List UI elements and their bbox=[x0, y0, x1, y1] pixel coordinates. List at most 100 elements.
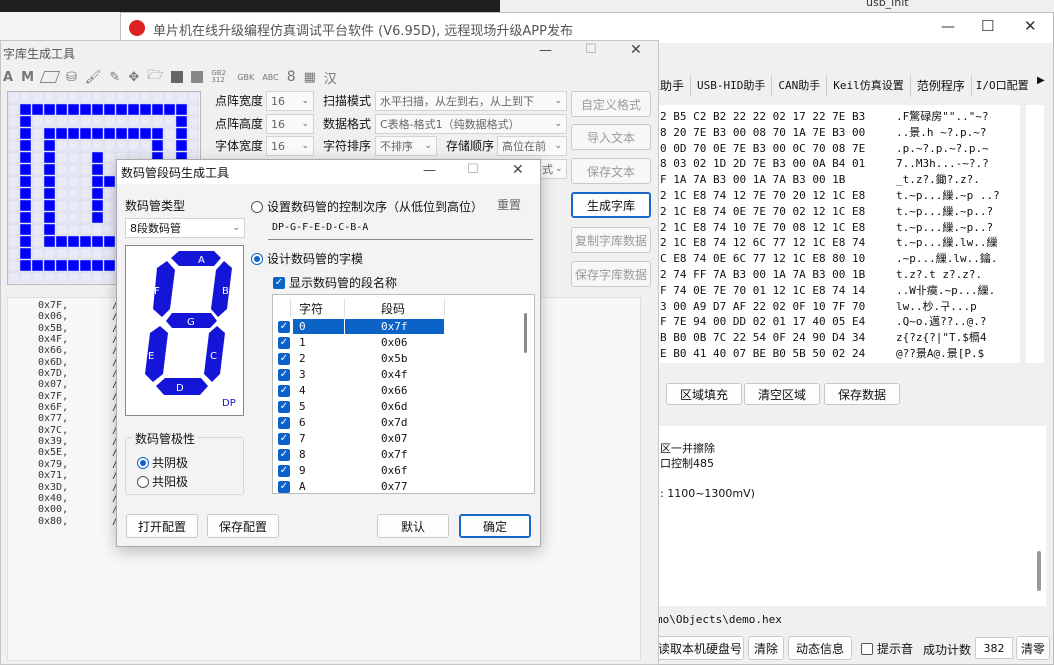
matrix-pixel[interactable] bbox=[67, 271, 80, 284]
hex-scrollbar[interactable] bbox=[1026, 105, 1044, 363]
matrix-pixel[interactable] bbox=[91, 151, 104, 164]
matrix-pixel[interactable] bbox=[19, 211, 32, 224]
matrix-pixel[interactable] bbox=[43, 175, 56, 188]
matrix-pixel[interactable] bbox=[19, 271, 32, 284]
minimize-icon[interactable]: — bbox=[539, 43, 552, 58]
matrix-pixel[interactable] bbox=[55, 259, 68, 272]
matrix-pixel[interactable] bbox=[67, 92, 80, 104]
matrix-pixel[interactable] bbox=[91, 175, 104, 188]
matrix-pixel[interactable] bbox=[187, 127, 200, 140]
matrix-pixel[interactable] bbox=[19, 199, 32, 212]
scan-mode-select[interactable]: 水平扫描，从左到右，从上到下 ⌄ bbox=[375, 91, 567, 111]
table-row[interactable]: ✓ 6 0x7d bbox=[273, 415, 523, 431]
segment-a[interactable] bbox=[171, 251, 221, 266]
matrix-pixel[interactable] bbox=[67, 103, 80, 116]
close-icon[interactable]: ✕ bbox=[512, 162, 524, 178]
matrix-pixel[interactable] bbox=[8, 163, 20, 176]
matrix-pixel[interactable] bbox=[163, 92, 176, 104]
row-checkbox[interactable]: ✓ bbox=[278, 481, 290, 493]
matrix-pixel[interactable] bbox=[103, 163, 116, 176]
table-scrollbar-thumb[interactable] bbox=[524, 313, 527, 353]
matrix-pixel[interactable] bbox=[163, 139, 176, 152]
table-row[interactable]: ✓ A 0x77 bbox=[273, 479, 523, 493]
matrix-pixel[interactable] bbox=[19, 115, 32, 128]
dynamic-info-button[interactable]: 动态信息 bbox=[788, 636, 852, 660]
font-m-icon[interactable]: M bbox=[21, 70, 34, 85]
segment-dp-label[interactable]: DP bbox=[222, 398, 236, 409]
matrix-pixel[interactable] bbox=[151, 127, 164, 140]
minimize-icon[interactable]: — bbox=[941, 19, 955, 35]
row-checkbox[interactable]: ✓ bbox=[278, 385, 290, 397]
matrix-pixel[interactable] bbox=[151, 103, 164, 116]
matrix-pixel[interactable] bbox=[91, 199, 104, 212]
read-disk-id-button[interactable]: 读取本机硬盘号 bbox=[656, 636, 744, 660]
matrix-pixel[interactable] bbox=[79, 163, 92, 176]
matrix-pixel[interactable] bbox=[79, 259, 92, 272]
matrix-pixel[interactable] bbox=[55, 235, 68, 248]
matrix-pixel[interactable] bbox=[55, 127, 68, 140]
success-count-field[interactable]: 382 bbox=[975, 637, 1013, 659]
reset-count-button[interactable]: 清零 bbox=[1016, 636, 1050, 660]
matrix-pixel[interactable] bbox=[103, 199, 116, 212]
matrix-pixel[interactable] bbox=[55, 211, 68, 224]
matrix-pixel[interactable] bbox=[79, 223, 92, 236]
matrix-pixel[interactable] bbox=[8, 127, 20, 140]
segment-icon[interactable]: 8 bbox=[287, 69, 296, 85]
minimize-icon[interactable]: — bbox=[423, 163, 436, 178]
row-checkbox[interactable]: ✓ bbox=[278, 433, 290, 445]
save-as-icon[interactable] bbox=[191, 71, 204, 83]
fill-icon[interactable]: ⛁ bbox=[66, 70, 77, 85]
design-radio[interactable] bbox=[251, 252, 263, 265]
matrix-pixel[interactable] bbox=[55, 139, 68, 152]
matrix-pixel[interactable] bbox=[55, 175, 68, 188]
matrix-pixel[interactable] bbox=[67, 247, 80, 260]
matrix-pixel[interactable] bbox=[79, 103, 92, 116]
matrix-pixel[interactable] bbox=[31, 103, 44, 116]
matrix-pixel[interactable] bbox=[8, 235, 20, 248]
maximize-icon[interactable]: ☐ bbox=[467, 162, 479, 177]
matrix-pixel[interactable] bbox=[67, 187, 80, 200]
tab-assistant[interactable]: 助手 bbox=[656, 75, 692, 97]
matrix-pixel[interactable] bbox=[91, 187, 104, 200]
ok-button[interactable]: 确定 bbox=[459, 514, 531, 538]
matrix-pixel[interactable] bbox=[19, 175, 32, 188]
matrix-pixel[interactable] bbox=[8, 92, 20, 104]
matrix-pixel[interactable] bbox=[103, 247, 116, 260]
font-width-select[interactable]: 16 ⌄ bbox=[266, 136, 314, 156]
matrix-pixel[interactable] bbox=[43, 235, 56, 248]
matrix-pixel[interactable] bbox=[91, 247, 104, 260]
matrix-pixel[interactable] bbox=[55, 187, 68, 200]
matrix-pixel[interactable] bbox=[8, 223, 20, 236]
matrix-pixel[interactable] bbox=[187, 139, 200, 152]
matrix-pixel[interactable] bbox=[103, 259, 116, 272]
matrix-pixel[interactable] bbox=[115, 103, 128, 116]
matrix-pixel[interactable] bbox=[115, 127, 128, 140]
reset-button[interactable]: 重置 bbox=[485, 193, 533, 215]
matrix-pixel[interactable] bbox=[79, 187, 92, 200]
matrix-pixel[interactable] bbox=[175, 115, 188, 128]
set-order-option[interactable]: 设置数码管的控制次序（从低位到高位） bbox=[251, 198, 483, 215]
matrix-pixel[interactable] bbox=[19, 235, 32, 248]
open-config-button[interactable]: 打开配置 bbox=[126, 514, 198, 538]
matrix-pixel[interactable] bbox=[31, 271, 44, 284]
col-code-header[interactable]: 段码 bbox=[381, 300, 405, 317]
save-icon[interactable] bbox=[171, 71, 184, 83]
matrix-pixel[interactable] bbox=[43, 211, 56, 224]
table-row[interactable]: ✓ 0 0x7f bbox=[273, 319, 523, 335]
matrix-pixel[interactable] bbox=[91, 163, 104, 176]
matrix-pixel[interactable] bbox=[79, 139, 92, 152]
table-row[interactable]: ✓ 1 0x06 bbox=[273, 335, 523, 351]
row-checkbox[interactable]: ✓ bbox=[278, 401, 290, 413]
matrix-pixel[interactable] bbox=[43, 139, 56, 152]
design-option[interactable]: 设计数码管的字模 bbox=[251, 250, 363, 267]
table-row[interactable]: ✓ 3 0x4f bbox=[273, 367, 523, 383]
matrix-pixel[interactable] bbox=[8, 247, 20, 260]
move-icon[interactable]: ✥ bbox=[128, 70, 139, 85]
matrix-pixel[interactable] bbox=[91, 223, 104, 236]
matrix-pixel[interactable] bbox=[91, 235, 104, 248]
copy-font-data-button[interactable]: 复制字库数据 bbox=[571, 227, 651, 253]
matrix-pixel[interactable] bbox=[8, 175, 20, 188]
matrix-pixel[interactable] bbox=[19, 139, 32, 152]
row-checkbox[interactable]: ✓ bbox=[278, 465, 290, 477]
matrix-pixel[interactable] bbox=[31, 223, 44, 236]
